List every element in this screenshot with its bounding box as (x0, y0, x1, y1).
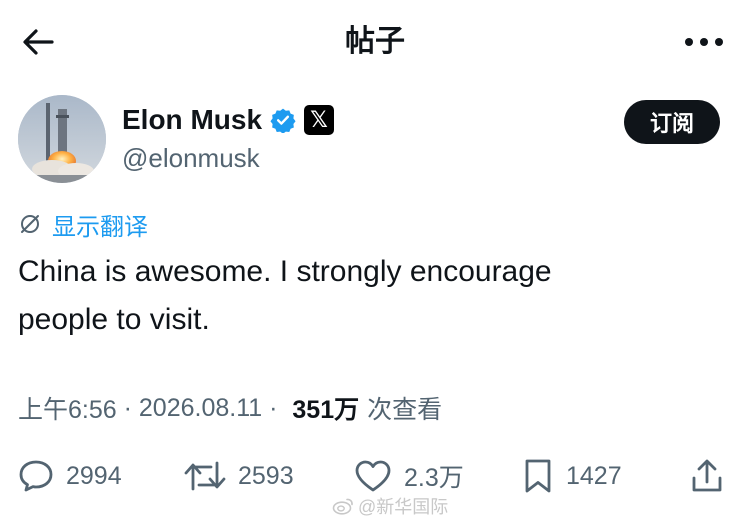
top-bar: 帖子 (0, 0, 750, 84)
repost-button[interactable]: 2593 (184, 452, 294, 500)
reply-button[interactable]: 2994 (18, 452, 122, 500)
post-meta: 上午6:56 · 2026.08.11 · 351万 次查看 (18, 388, 442, 428)
page-title: 帖子 (345, 25, 405, 58)
subscribe-button[interactable]: 订阅 (624, 100, 720, 144)
bookmark-count: 1427 (566, 461, 622, 490)
weibo-logo-icon (332, 498, 353, 515)
author-name[interactable]: Elon Musk (122, 104, 262, 136)
show-translation-link[interactable]: 显示翻译 (18, 206, 148, 242)
meta-separator: · (116, 393, 139, 422)
bookmark-button[interactable]: 1427 (522, 452, 622, 500)
watermark-text: @新华国际 (358, 497, 449, 517)
verified-badge-icon (270, 107, 296, 133)
post-text: China is awesome. I strongly encourage p… (18, 255, 552, 336)
like-count: 2.3万 (404, 464, 464, 492)
views-count: 351万 (292, 396, 360, 424)
translate-icon (21, 215, 39, 233)
share-button[interactable] (690, 452, 724, 500)
watermark: @新华国际 (332, 494, 448, 518)
repost-count: 2593 (238, 461, 294, 490)
show-translation-label: 显示翻译 (52, 213, 148, 241)
views-label: 次查看 (367, 396, 443, 424)
repost-icon (184, 461, 226, 491)
more-horizontal-icon (685, 38, 723, 46)
more-options-button[interactable] (682, 26, 726, 58)
heart-icon (355, 460, 391, 492)
reply-count: 2994 (66, 461, 122, 490)
author-name-row: Elon Musk 𝕏 (122, 100, 335, 140)
rocket-launch-avatar (18, 95, 106, 183)
reply-icon (19, 460, 53, 492)
post-time[interactable]: 上午6:56 (18, 390, 117, 426)
post-date[interactable]: 2026.08.11 (139, 394, 262, 423)
x-affiliation-badge-icon: 𝕏 (304, 105, 335, 135)
bookmark-icon (525, 459, 551, 493)
share-icon (692, 459, 722, 492)
author-handle[interactable]: @elonmusk (122, 140, 260, 176)
meta-separator: · (262, 393, 285, 422)
avatar[interactable] (18, 95, 106, 183)
